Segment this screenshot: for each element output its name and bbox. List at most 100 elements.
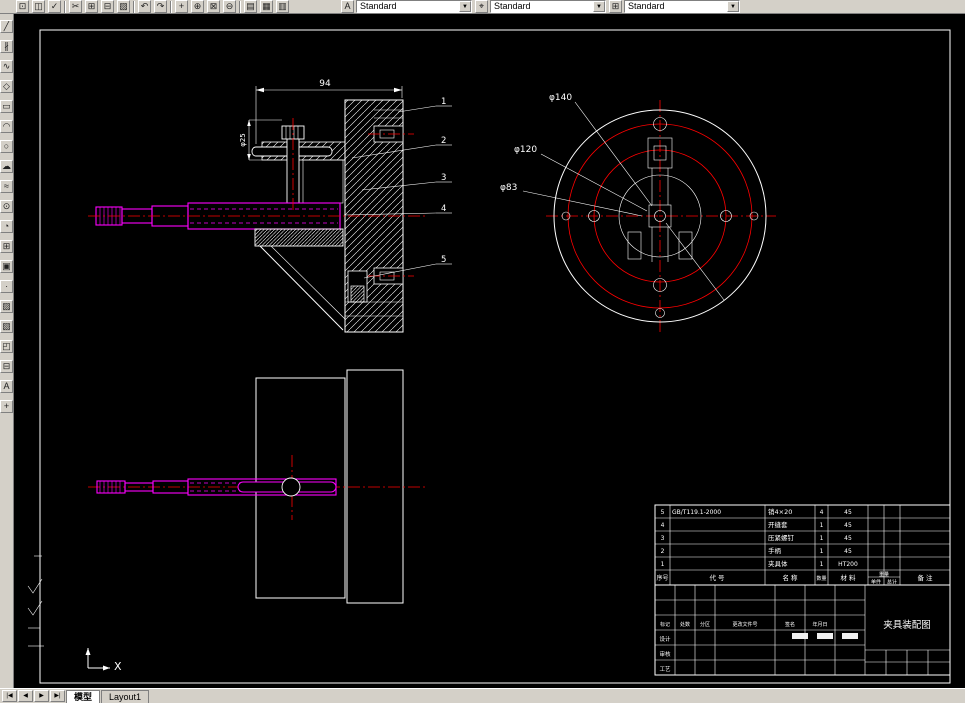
- copy-icon[interactable]: ⊞: [85, 0, 98, 13]
- table-style-group: ⊞ Standard ▼: [609, 0, 740, 13]
- arc-icon[interactable]: ◠: [0, 120, 13, 133]
- split-sleeve-upper: [302, 159, 344, 204]
- dim-style-group: ⌖ Standard ▼: [475, 0, 606, 13]
- revision-header: 标记 处数 分区 更改文件号 签名 年月日: [660, 621, 828, 628]
- row-no: 4: [661, 522, 665, 529]
- balloon-5: 5: [441, 255, 446, 265]
- parts-list-header: 序号 代 号 名 称 数量 材 料 重量 单件 总计 备 注: [656, 571, 933, 586]
- polyline-icon[interactable]: ∿: [0, 60, 13, 73]
- rev-signature: 签名: [785, 621, 795, 628]
- match-properties-icon[interactable]: ▨: [117, 0, 130, 13]
- ellipse-arc-icon[interactable]: ◔: [0, 220, 13, 233]
- designcenter-icon[interactable]: ▦: [260, 0, 273, 13]
- construction-line-icon[interactable]: ∦: [0, 40, 13, 53]
- cad-application-window: ⊡ ◫ ✓ ✂ ⊞ ⊟ ▨ ↶ ↷ + ⊕ ⊠ ⊖ ▤ ▦ ▥ A Standa…: [0, 0, 965, 703]
- move-icon[interactable]: +: [0, 400, 13, 413]
- ucs-x-label: X: [114, 660, 122, 673]
- table-style-value: Standard: [628, 1, 665, 11]
- first-tab-button[interactable]: |◀: [2, 690, 17, 702]
- handle-boss: [281, 477, 301, 497]
- text-style-icon[interactable]: A: [341, 0, 354, 13]
- draw-toolbar: ╱ ∦ ∿ ◇ ▭ ◠ ○ ☁ ≈ ⊙ ◔ ⊞ ▣ ∙ ▨ ▧ ◰ ⊟ A +: [0, 14, 14, 688]
- properties-icon[interactable]: ▤: [244, 0, 257, 13]
- balloon-3: 3: [441, 173, 446, 183]
- zoom-previous-icon[interactable]: ⊖: [223, 0, 236, 13]
- row-name: 开缝套: [768, 520, 788, 529]
- row-qty: 1: [820, 548, 824, 555]
- paste-icon[interactable]: ⊟: [101, 0, 114, 13]
- polygon-icon[interactable]: ◇: [0, 80, 13, 93]
- placeholder-dash: [842, 633, 858, 639]
- row-material: 45: [844, 535, 852, 542]
- row-name: 压紧螺钉: [768, 533, 795, 542]
- rectangle-icon[interactable]: ▭: [0, 100, 13, 113]
- header-name: 名 称: [782, 573, 798, 582]
- insert-block-icon[interactable]: ⊞: [0, 240, 13, 253]
- print-preview-icon[interactable]: ◫: [32, 0, 45, 13]
- header-remark: 备 注: [917, 573, 933, 582]
- spelling-icon[interactable]: ✓: [48, 0, 61, 13]
- pan-icon[interactable]: +: [175, 0, 188, 13]
- last-tab-button[interactable]: ▶|: [50, 690, 65, 702]
- redo-icon[interactable]: ↷: [154, 0, 167, 13]
- drawing-title: 夹具装配图: [883, 619, 931, 631]
- hatch-icon[interactable]: ▨: [0, 300, 13, 313]
- row-material: 45: [844, 509, 852, 516]
- dim-style-icon[interactable]: ⌖: [475, 0, 488, 13]
- rev-mark: 标记: [660, 621, 670, 628]
- role-check: 审核: [659, 650, 671, 658]
- print-icon[interactable]: ⊡: [16, 0, 29, 13]
- tab-layout1[interactable]: Layout1: [101, 689, 150, 703]
- header-qty: 数量: [816, 575, 826, 582]
- dim-style-combo[interactable]: Standard ▼: [490, 0, 606, 13]
- ellipse-icon[interactable]: ⊙: [0, 200, 13, 213]
- placeholder-dash: [792, 633, 808, 639]
- row-qty: 1: [820, 522, 824, 529]
- line-icon[interactable]: ╱: [0, 20, 13, 33]
- gradient-icon[interactable]: ▧: [0, 320, 13, 333]
- role-labels: 设计 审核 工艺: [659, 635, 671, 673]
- table-style-combo[interactable]: Standard ▼: [624, 0, 740, 13]
- bottom-view: [88, 369, 428, 604]
- toolbar-separator: [170, 0, 172, 13]
- tool-palettes-icon[interactable]: ▥: [276, 0, 289, 13]
- tab-model[interactable]: 模型: [66, 689, 101, 703]
- toolbar-separator: [64, 0, 66, 13]
- make-block-icon[interactable]: ▣: [0, 260, 13, 273]
- title-block: 序号 代 号 名 称 数量 材 料 重量 单件 总计 备 注 5 GB/T119…: [654, 504, 951, 676]
- zoom-realtime-icon[interactable]: ⊕: [191, 0, 204, 13]
- drawing-sheet: 94 φ25 1 2 3 4 5 φ140 φ120 φ83 X 序号 代 号 …: [27, 29, 951, 684]
- dia-140-label: φ140: [549, 93, 572, 103]
- revision-cloud-icon[interactable]: ☁: [0, 160, 13, 173]
- cut-icon[interactable]: ✂: [69, 0, 82, 13]
- placeholder-dash: [817, 633, 833, 639]
- drawing-canvas[interactable]: 94 φ25 1 2 3 4 5 φ140 φ120 φ83 X 序号 代 号 …: [14, 14, 965, 688]
- prev-tab-button[interactable]: ◀: [18, 690, 33, 702]
- ucs-icon: X: [85, 648, 122, 673]
- region-icon[interactable]: ◰: [0, 340, 13, 353]
- spline-icon[interactable]: ≈: [0, 180, 13, 193]
- table-icon[interactable]: ⊟: [0, 360, 13, 373]
- circle-icon[interactable]: ○: [0, 140, 13, 153]
- dia-120-label: φ120: [514, 145, 537, 155]
- top-toolbar: ⊡ ◫ ✓ ✂ ⊞ ⊟ ▨ ↶ ↷ + ⊕ ⊠ ⊖ ▤ ▦ ▥ A Standa…: [0, 0, 965, 14]
- row-name: 销4×20: [768, 507, 792, 516]
- chevron-down-icon[interactable]: ▼: [727, 1, 739, 12]
- row-name: 夹具体: [768, 559, 788, 568]
- row-qty: 4: [820, 509, 824, 516]
- text-style-combo[interactable]: Standard ▼: [356, 0, 472, 13]
- header-weight: 重量: [879, 571, 889, 578]
- chevron-down-icon[interactable]: ▼: [459, 1, 471, 12]
- multiline-text-icon[interactable]: A: [0, 380, 13, 393]
- chevron-down-icon[interactable]: ▼: [593, 1, 605, 12]
- undo-icon[interactable]: ↶: [138, 0, 151, 13]
- header-material: 材 料: [840, 573, 856, 582]
- parts-list-rows: 5 GB/T119.1-2000 销4×20 4 45 4 开缝套 1 45 3…: [661, 507, 858, 568]
- zoom-window-icon[interactable]: ⊠: [207, 0, 220, 13]
- point-icon[interactable]: ∙: [0, 280, 13, 293]
- next-tab-button[interactable]: ▶: [34, 690, 49, 702]
- flange-outline: [346, 369, 404, 604]
- text-style-value: Standard: [360, 1, 397, 11]
- section-view: 94 φ25 1 2 3 4 5: [88, 79, 452, 333]
- table-style-icon[interactable]: ⊞: [609, 0, 622, 13]
